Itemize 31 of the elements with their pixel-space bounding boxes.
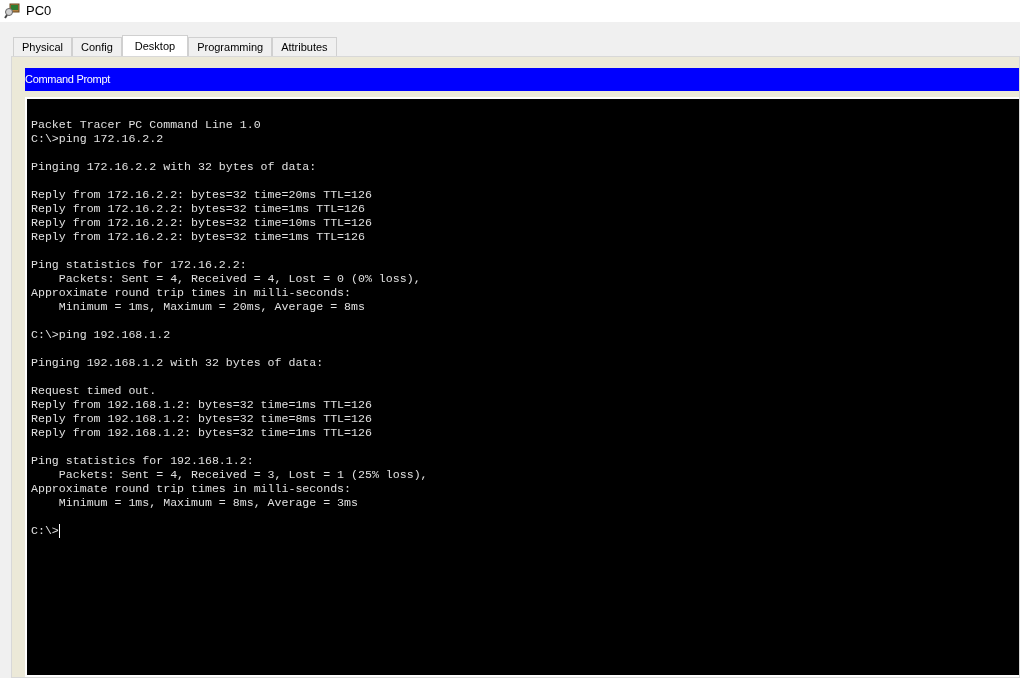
terminal-line: Ping statistics for 192.168.1.2:	[31, 454, 254, 468]
terminal-line: Approximate round trip times in milli-seconds:	[31, 482, 352, 496]
terminal-line: Pinging 172.16.2.2 with 32 bytes of data:	[31, 160, 317, 174]
tab[interactable]: Programming	[188, 37, 273, 56]
terminal-line: Minimum = 1ms, Maximum = 20ms, Average = 8ms	[57, 300, 365, 314]
command-prompt: C:\>	[31, 524, 59, 538]
terminal-line: Minimum = 1ms, Maximum = 8ms, Average = 3ms	[57, 496, 358, 510]
tab[interactable]: Config	[71, 37, 122, 56]
terminal-line: Ping statistics for 172.16.2.2:	[31, 258, 247, 272]
terminal-line: Packets: Sent = 4, Received = 3, Lost = 1 (25% loss),	[57, 468, 428, 482]
terminal-line: Approximate round trip times in milli-seconds:	[31, 286, 352, 300]
tab[interactable]: Desktop	[121, 35, 189, 56]
terminal-line: Packet Tracer PC Command Line 1.0	[31, 118, 261, 132]
terminal-line: Reply from 192.168.1.2: bytes=32 time=8ms TTL=126	[31, 412, 372, 426]
tab[interactable]: Attributes	[272, 37, 337, 56]
terminal-line: C:\>ping 192.168.1.2	[31, 328, 171, 342]
text-cursor	[58, 524, 60, 538]
terminal-line: Reply from 192.168.1.2: bytes=32 time=1ms TTL=126	[31, 426, 372, 440]
terminal-line: Pinging 192.168.1.2 with 32 bytes of data:	[31, 356, 324, 370]
terminal-line: Reply from 192.168.1.2: bytes=32 time=1ms TTL=126	[31, 398, 372, 412]
app-title-bar: Command Prompt	[25, 68, 1019, 91]
terminal-line: Reply from 172.16.2.2: bytes=32 time=1ms TTL=126	[31, 230, 365, 244]
window-title: PC0	[26, 2, 52, 21]
terminal-line: Reply from 172.16.2.2: bytes=32 time=10ms TTL=126	[31, 216, 372, 230]
pc-icon	[4, 3, 20, 19]
terminal-line: Packets: Sent = 4, Received = 4, Lost = 0 (0% loss),	[57, 272, 421, 286]
terminal-line: Reply from 172.16.2.2: bytes=32 time=1ms TTL=126	[31, 202, 365, 216]
terminal-line: Request timed out.	[31, 384, 157, 398]
tab[interactable]: Physical	[13, 37, 72, 56]
terminal-line: C:\>ping 172.16.2.2	[31, 132, 164, 146]
terminal-line: Reply from 172.16.2.2: bytes=32 time=20ms TTL=126	[31, 188, 372, 202]
